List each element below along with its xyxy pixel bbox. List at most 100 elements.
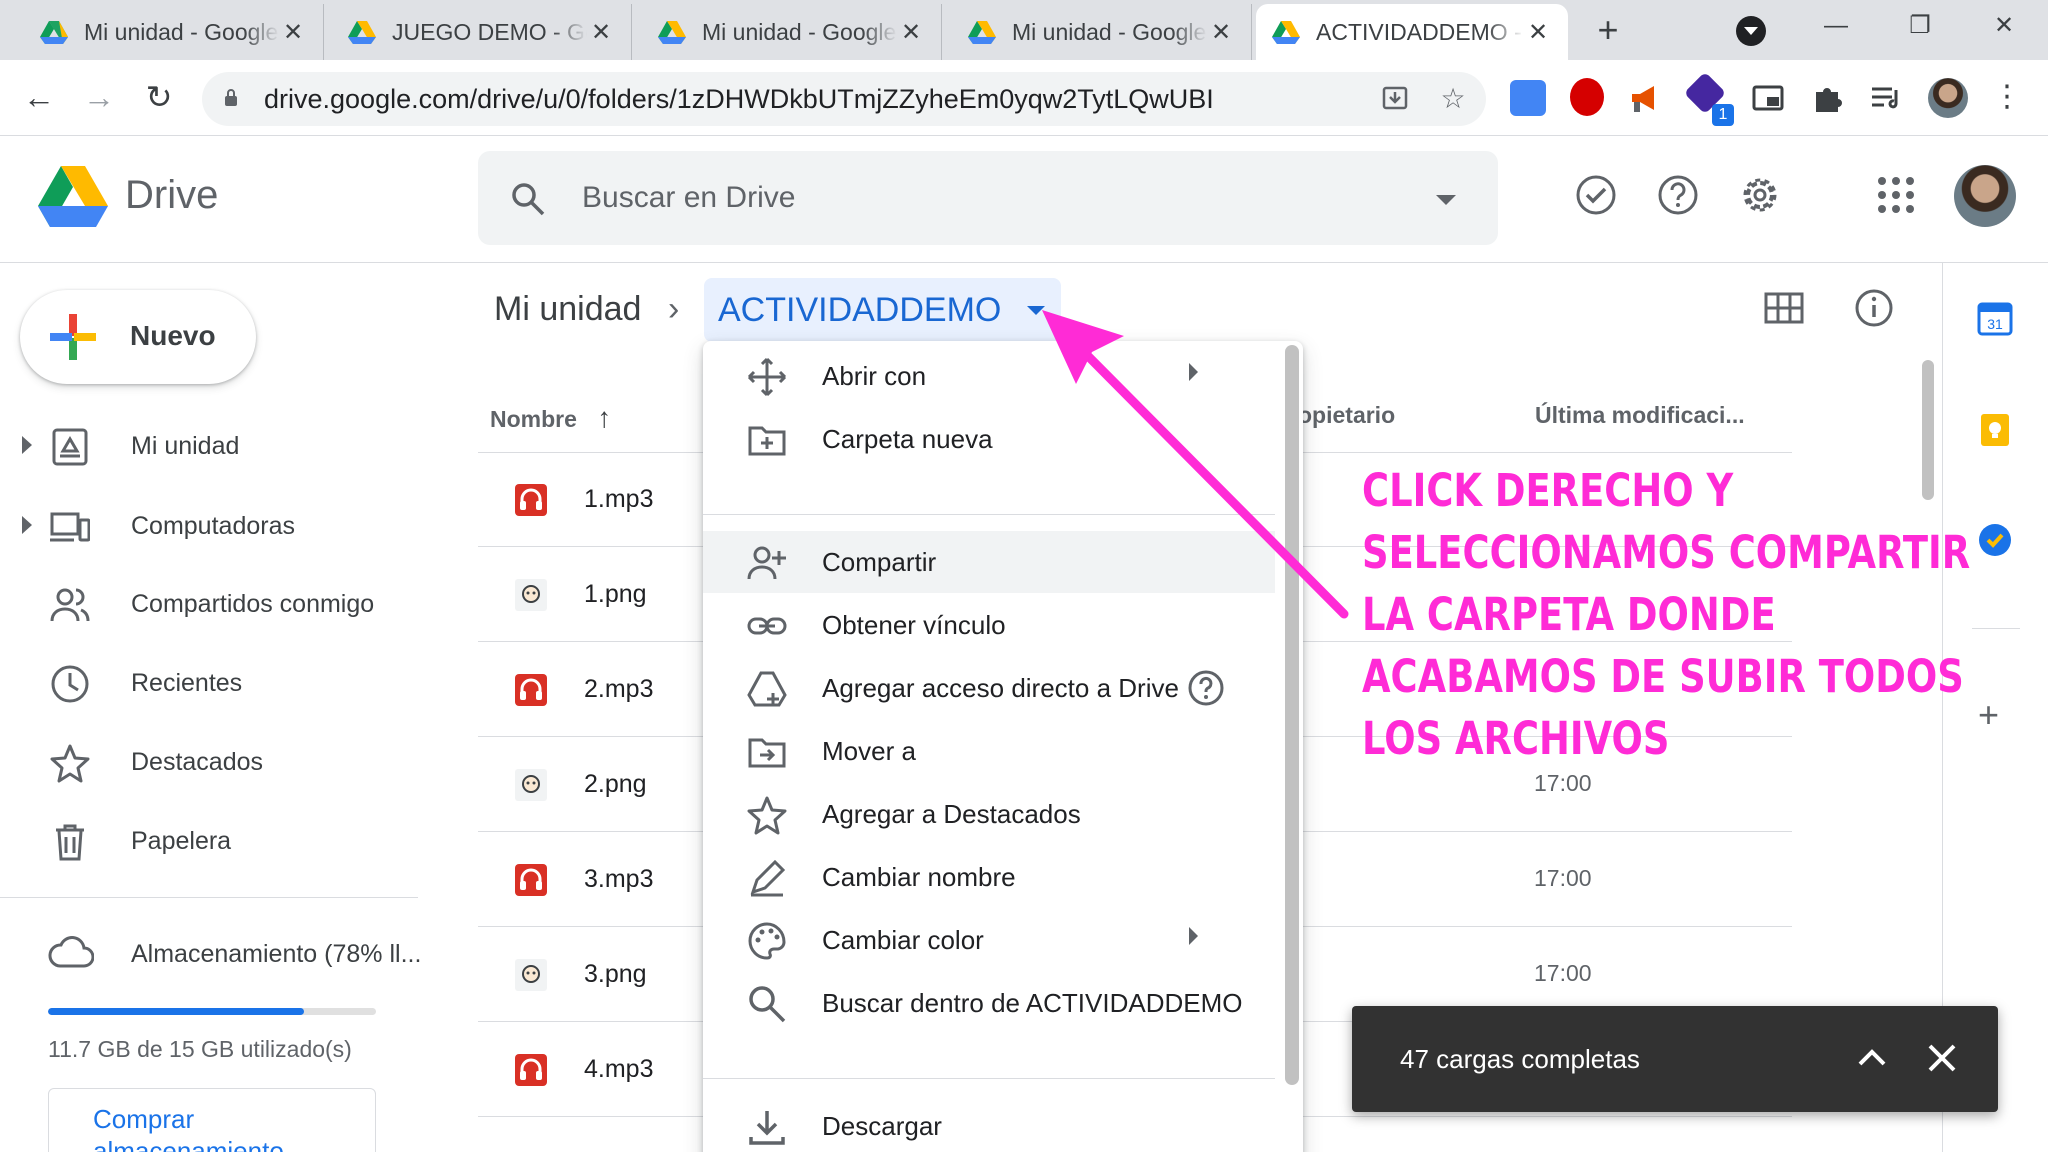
context-menu-label: Obtener vínculo (822, 610, 1006, 640)
context-menu-item-search[interactable]: Buscar dentro de ACTIVIDADDEMO (703, 972, 1275, 1034)
browser-tab[interactable]: Mi unidad - Google Drive ✕ (642, 4, 942, 60)
context-menu-label: Descargar (822, 1111, 942, 1141)
close-icon[interactable]: ✕ (587, 18, 615, 47)
tab-search-button[interactable] (1736, 16, 1766, 46)
context-menu-item-link[interactable]: Obtener vínculo (703, 594, 1275, 656)
help-icon[interactable] (1656, 173, 1700, 217)
adblock-extension-icon[interactable] (1570, 78, 1604, 116)
drive-header: Drive (0, 137, 2048, 263)
column-header-name[interactable]: Nombre ↑ (490, 402, 611, 434)
offline-ready-icon[interactable] (1574, 173, 1618, 217)
context-menu-item-share[interactable]: Compartir (703, 531, 1275, 593)
screen: Mi unidad - Google Drive ✕ JUEGO DEMO - … (0, 0, 2048, 1152)
picture-in-picture-icon[interactable] (1750, 80, 1786, 116)
context-menu-item-star[interactable]: Agregar a Destacados (703, 783, 1275, 845)
nav-item-trash[interactable]: Papelera (0, 805, 420, 875)
folder-context-menu: Abrir con Carpeta nueva Compartir Obtener v… (703, 341, 1303, 1152)
context-menu-item-move[interactable]: Mover a (703, 720, 1275, 782)
breadcrumb-current-folder[interactable]: ACTIVIDADDEMO (704, 278, 1062, 342)
sort-arrow-icon[interactable]: ↑ (597, 402, 611, 433)
context-menu-item-download[interactable]: Descargar (703, 1095, 1275, 1152)
image-thumbnail-icon (515, 769, 547, 801)
reload-button[interactable]: ↻ (136, 74, 182, 120)
drive-logo-icon[interactable] (38, 165, 108, 227)
column-header-modified[interactable]: Última modificaci... (1535, 402, 1745, 429)
browser-tab[interactable]: Mi unidad - Google Drive ✕ (952, 4, 1252, 60)
help-icon[interactable] (1187, 669, 1225, 707)
settings-gear-icon[interactable] (1738, 173, 1782, 217)
install-app-icon[interactable] (1378, 82, 1412, 116)
breadcrumb-separator: › (668, 290, 680, 328)
grid-view-icon[interactable] (1764, 288, 1804, 328)
url-text[interactable]: drive.google.com/drive/u/0/folders/1zDHW… (264, 84, 1214, 115)
breadcrumb-my-drive[interactable]: Mi unidad (494, 290, 641, 329)
new-tab-button[interactable]: + (1588, 10, 1628, 50)
context-menu-item-palette[interactable]: Cambiar color (703, 909, 1275, 971)
browser-tab-title: Mi unidad - Google Drive (1012, 18, 1207, 45)
image-thumbnail-icon (515, 959, 547, 991)
drive-search-input[interactable] (582, 171, 1382, 225)
close-icon[interactable]: ✕ (897, 18, 925, 47)
address-bar[interactable]: drive.google.com/drive/u/0/folders/1zDHW… (202, 72, 1486, 126)
translate-extension-icon[interactable] (1510, 80, 1546, 116)
browser-tab-active[interactable]: ACTIVIDADDEMO - Google Drive ✕ (1256, 4, 1568, 60)
context-menu-divider (703, 514, 1275, 515)
window-close-button[interactable]: ✕ (1974, 6, 2034, 46)
bookmark-star-icon[interactable]: ☆ (1436, 82, 1470, 116)
context-menu-item-open-with[interactable]: Abrir con (703, 345, 1275, 407)
nav-item-starred[interactable]: Destacados (0, 726, 420, 796)
account-avatar[interactable] (1954, 165, 2016, 227)
file-name: 3.png (584, 960, 647, 988)
drive-favicon-icon (348, 21, 376, 44)
chevron-up-icon[interactable] (1852, 1038, 1892, 1078)
info-icon[interactable] (1854, 288, 1894, 328)
close-icon[interactable]: ✕ (279, 18, 307, 47)
storage-used-text: 11.7 GB de 15 GB utilizado(s) (48, 1036, 352, 1062)
browser-tab[interactable]: Mi unidad - Google Drive ✕ (24, 4, 324, 60)
extension-badge: 1 (1712, 104, 1734, 126)
browser-tab[interactable]: JUEGO DEMO - Google Drive ✕ (332, 4, 632, 60)
extensions-puzzle-icon[interactable] (1810, 80, 1846, 116)
nav-item-label: Destacados (131, 748, 264, 776)
storage-usage-fill (48, 1008, 304, 1015)
browser-tab-title: Mi unidad - Google Drive (84, 18, 279, 45)
calendar-icon[interactable]: 31 (1977, 300, 2013, 336)
nav-item-recent[interactable]: Recientes (0, 647, 420, 717)
nav-item-shared-with-me[interactable]: Compartidos conmigo (0, 568, 420, 638)
file-modified: 17:00 (1534, 960, 1592, 986)
close-icon[interactable]: ✕ (1524, 18, 1552, 47)
expand-caret-icon[interactable] (22, 516, 32, 534)
context-menu-item-shortcut[interactable]: Agregar acceso directo a Drive (703, 657, 1275, 719)
megaphone-extension-icon[interactable] (1628, 80, 1664, 116)
minimize-button[interactable]: — (1806, 6, 1866, 46)
browser-profile-avatar[interactable] (1928, 78, 1968, 118)
browser-tab-title: JUEGO DEMO - Google Drive (392, 18, 587, 45)
context-menu-scrollbar[interactable] (1285, 345, 1299, 1085)
close-icon[interactable] (1922, 1038, 1962, 1078)
storage-label[interactable]: Almacenamiento (78% ll... (131, 940, 421, 969)
nav-item-my-drive[interactable]: Mi unidad (0, 410, 420, 480)
restore-button[interactable]: ❐ (1890, 6, 1950, 46)
move-icon (748, 738, 786, 768)
search-options-dropdown-icon[interactable] (1436, 195, 1456, 205)
column-header-owner[interactable]: opietario (1298, 402, 1395, 429)
forward-button[interactable]: → (76, 74, 122, 120)
close-icon[interactable]: ✕ (1207, 18, 1235, 47)
apps-grid-icon[interactable] (1874, 173, 1918, 217)
expand-caret-icon[interactable] (22, 436, 32, 454)
nav-item-computers[interactable]: Computadoras (0, 490, 420, 560)
search-icon[interactable] (510, 181, 546, 217)
context-menu-item-new-folder[interactable]: Carpeta nueva (703, 408, 1275, 470)
new-button[interactable]: Nuevo (20, 290, 256, 384)
keep-icon[interactable] (1977, 412, 2013, 448)
nav-item-label: Compartidos conmigo (131, 590, 375, 618)
context-menu-item-rename[interactable]: Cambiar nombre (703, 846, 1275, 908)
context-menu-label: Agregar acceso directo a Drive (822, 673, 1179, 703)
reading-list-icon[interactable] (1868, 80, 1904, 116)
new-button-label: Nuevo (130, 320, 216, 351)
back-button[interactable]: ← (16, 74, 62, 120)
drive-search-box[interactable] (478, 151, 1498, 245)
browser-menu-icon[interactable]: ⋮ (1984, 74, 2030, 120)
buy-storage-button[interactable]: Comprar almacenamiento (48, 1088, 376, 1152)
browser-toolbar: ← → ↻ drive.google.com/drive/u/0/folders… (0, 60, 2048, 136)
